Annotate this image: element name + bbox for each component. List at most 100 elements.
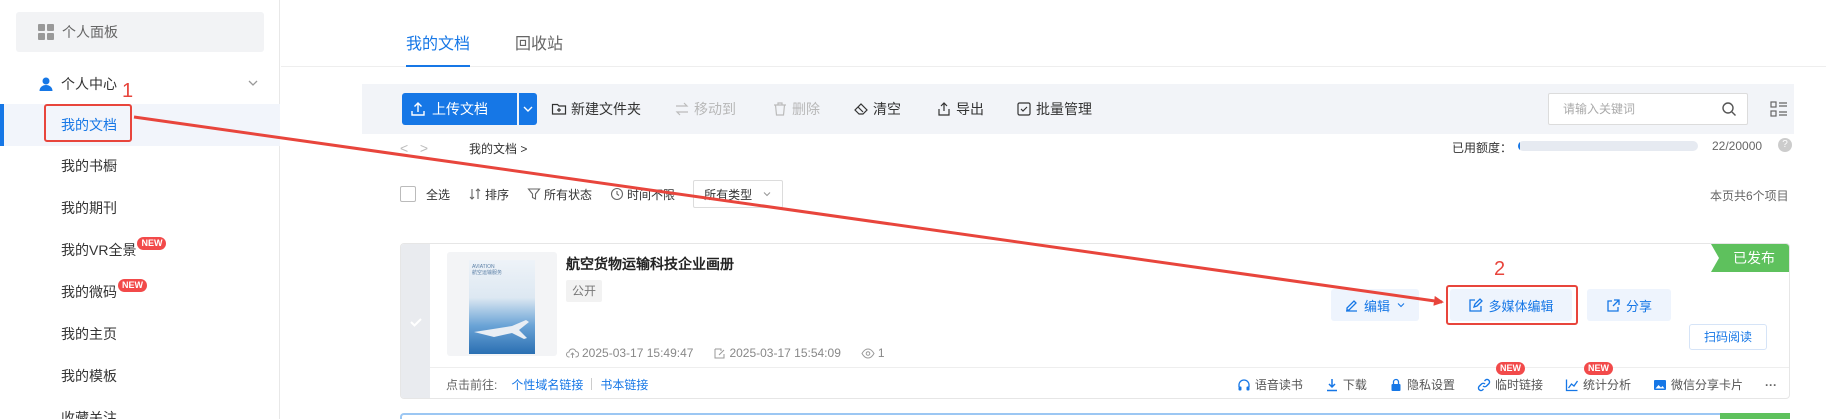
forward-arrow-icon[interactable]: >: [420, 140, 428, 156]
new-badge: NEW: [1583, 362, 1613, 375]
stats-analysis-button[interactable]: NEW 统计分析: [1565, 362, 1631, 393]
type-select[interactable]: 所有类型: [693, 180, 784, 208]
export-button[interactable]: 导出: [936, 100, 984, 118]
wechat-card-button[interactable]: 微信分享卡片: [1653, 376, 1743, 393]
sidebar-item-label: 收藏关注: [61, 410, 117, 419]
tab-bar: 我的文档 回收站: [281, 0, 1826, 67]
share-icon: [1607, 298, 1620, 312]
edit-label: 编辑: [1363, 298, 1390, 314]
sidebar-item-my-microcode[interactable]: 我的微码 NEW: [0, 271, 280, 313]
headphone-icon: [1238, 378, 1250, 390]
new-badge: NEW: [1495, 362, 1525, 375]
type-select-value: 所有类型: [704, 187, 753, 202]
published-status-badge: 已发布: [1711, 244, 1789, 272]
scan-to-read-button[interactable]: 扫码阅读: [1689, 324, 1767, 350]
view-count: 1: [861, 346, 885, 360]
document-title[interactable]: 航空货物运输科技企业画册: [566, 254, 734, 274]
new-folder-button[interactable]: 新建文件夹: [551, 100, 641, 118]
export-label: 导出: [956, 101, 984, 117]
tab-recycle-bin[interactable]: 回收站: [515, 30, 563, 67]
goto-label: 点击前往:: [446, 377, 498, 392]
sidebar-item-favorites[interactable]: 收藏关注: [0, 397, 280, 419]
sidebar-item-my-journals[interactable]: 我的期刊: [0, 187, 280, 229]
time-filter[interactable]: 时间不限: [610, 186, 675, 203]
new-badge: NEW: [137, 236, 167, 250]
next-document-card[interactable]: [400, 413, 1790, 419]
sidebar-item-my-vr[interactable]: 我的VR全景 NEW: [0, 229, 280, 271]
delete-label: 删除: [792, 101, 820, 117]
clear-label: 清空: [873, 101, 901, 117]
card-footer: 点击前往: 个性域名链接 书本链接 语音读书 下载 隐私设置 NEW 临时链接: [430, 362, 1789, 398]
sort-button[interactable]: 排序: [468, 186, 509, 203]
folder-plus-icon: [551, 103, 567, 115]
status-filter[interactable]: 所有状态: [527, 186, 592, 203]
sidebar-item-my-templates[interactable]: 我的模板: [0, 355, 280, 397]
share-label: 分享: [1625, 298, 1652, 314]
export-icon: [938, 102, 950, 116]
wechat-card-label: 微信分享卡片: [1670, 378, 1743, 392]
sidebar-item-my-bookshelf[interactable]: 我的书橱: [0, 145, 280, 187]
document-card[interactable]: AVIATION 航空运输服务 航空货物运输科技企业画册 公开 2025-03-…: [400, 243, 1790, 399]
chevron-down-icon: [1397, 303, 1405, 308]
chevron-down-icon[interactable]: [246, 76, 260, 90]
annotation-label-2: 2: [1494, 258, 1506, 280]
upload-label: 上传文档: [432, 101, 488, 117]
share-button[interactable]: 分享: [1587, 289, 1671, 321]
clear-button[interactable]: 清空: [853, 100, 901, 118]
privacy-settings-label: 隐私设置: [1406, 378, 1455, 392]
sidebar-item-label: 我的期刊: [61, 200, 117, 216]
book-link[interactable]: 书本链接: [600, 376, 648, 393]
list-view-icon[interactable]: [1770, 100, 1788, 118]
sidebar: 个人面板 个人中心 我的文档 我的书橱 我的期刊 我的VR全景 NEW 我的微码…: [0, 0, 280, 419]
filter-icon: [527, 188, 541, 200]
search-input[interactable]: [1549, 94, 1709, 124]
document-thumbnail[interactable]: AVIATION 航空运输服务: [447, 252, 557, 356]
download-button[interactable]: 下载: [1325, 376, 1367, 393]
help-icon[interactable]: ?: [1778, 138, 1792, 152]
quota-label: 已用额度：: [1452, 141, 1513, 155]
search-box: [1548, 93, 1748, 125]
edit-button[interactable]: 编辑: [1331, 289, 1419, 321]
personal-panel-label: 个人面板: [62, 24, 118, 40]
move-to-button[interactable]: 移动到: [674, 100, 736, 118]
sidebar-item-my-documents[interactable]: 我的文档: [0, 104, 280, 146]
search-icon[interactable]: [1721, 101, 1737, 117]
toolbar: 上传文档 新建文件夹 移动到 删除 清空 导出 批量管理: [362, 84, 1794, 134]
thumb-line: 航空运输服务: [472, 270, 503, 276]
download-label: 下载: [1342, 378, 1367, 392]
stats-analysis-label: 统计分析: [1582, 378, 1631, 392]
annotation-box-1: [44, 104, 132, 142]
history-nav: < >: [400, 140, 428, 156]
back-arrow-icon[interactable]: <: [400, 140, 408, 156]
next-card-status-badge: [1720, 413, 1790, 419]
batch-manage-button[interactable]: 批量管理: [1016, 100, 1092, 118]
custom-domain-link[interactable]: 个性域名链接: [511, 376, 583, 393]
breadcrumb-item[interactable]: 我的文档: [469, 142, 517, 156]
upload-dropdown-button[interactable]: [519, 93, 537, 125]
more-options-button[interactable]: ···: [1765, 378, 1777, 392]
personal-center-label: 个人中心: [61, 76, 117, 92]
checklist-icon: [1017, 102, 1031, 116]
upload-document-button[interactable]: 上传文档: [402, 93, 517, 125]
modified-time: 2025-03-17 15:54:09: [713, 346, 841, 360]
sort-label: 排序: [485, 187, 510, 202]
temp-link-button[interactable]: NEW 临时链接: [1477, 362, 1543, 393]
link-icon: [1477, 378, 1491, 391]
created-time: 2025-03-17 15:49:47: [566, 346, 693, 360]
tab-my-documents[interactable]: 我的文档: [406, 30, 471, 67]
card-select-strip[interactable]: [401, 244, 430, 398]
edit-doc-icon: [714, 348, 725, 358]
page-item-count: 本页共6个项目: [1710, 189, 1789, 203]
voice-reading-button[interactable]: 语音读书: [1237, 376, 1303, 393]
airplane-icon: [474, 320, 529, 339]
personal-center-header[interactable]: 个人中心: [38, 72, 264, 96]
sidebar-item-my-homepage[interactable]: 我的主页: [0, 313, 280, 355]
sidebar-item-label: 我的微码: [61, 284, 117, 300]
privacy-settings-button[interactable]: 隐私设置: [1389, 376, 1455, 393]
quota-bar: [1518, 141, 1698, 151]
select-all-label[interactable]: 全选: [426, 186, 450, 203]
personal-panel-button[interactable]: 个人面板: [16, 12, 264, 52]
select-all-checkbox[interactable]: [400, 186, 416, 202]
download-icon: [1326, 378, 1337, 391]
delete-button[interactable]: 删除: [772, 100, 820, 118]
